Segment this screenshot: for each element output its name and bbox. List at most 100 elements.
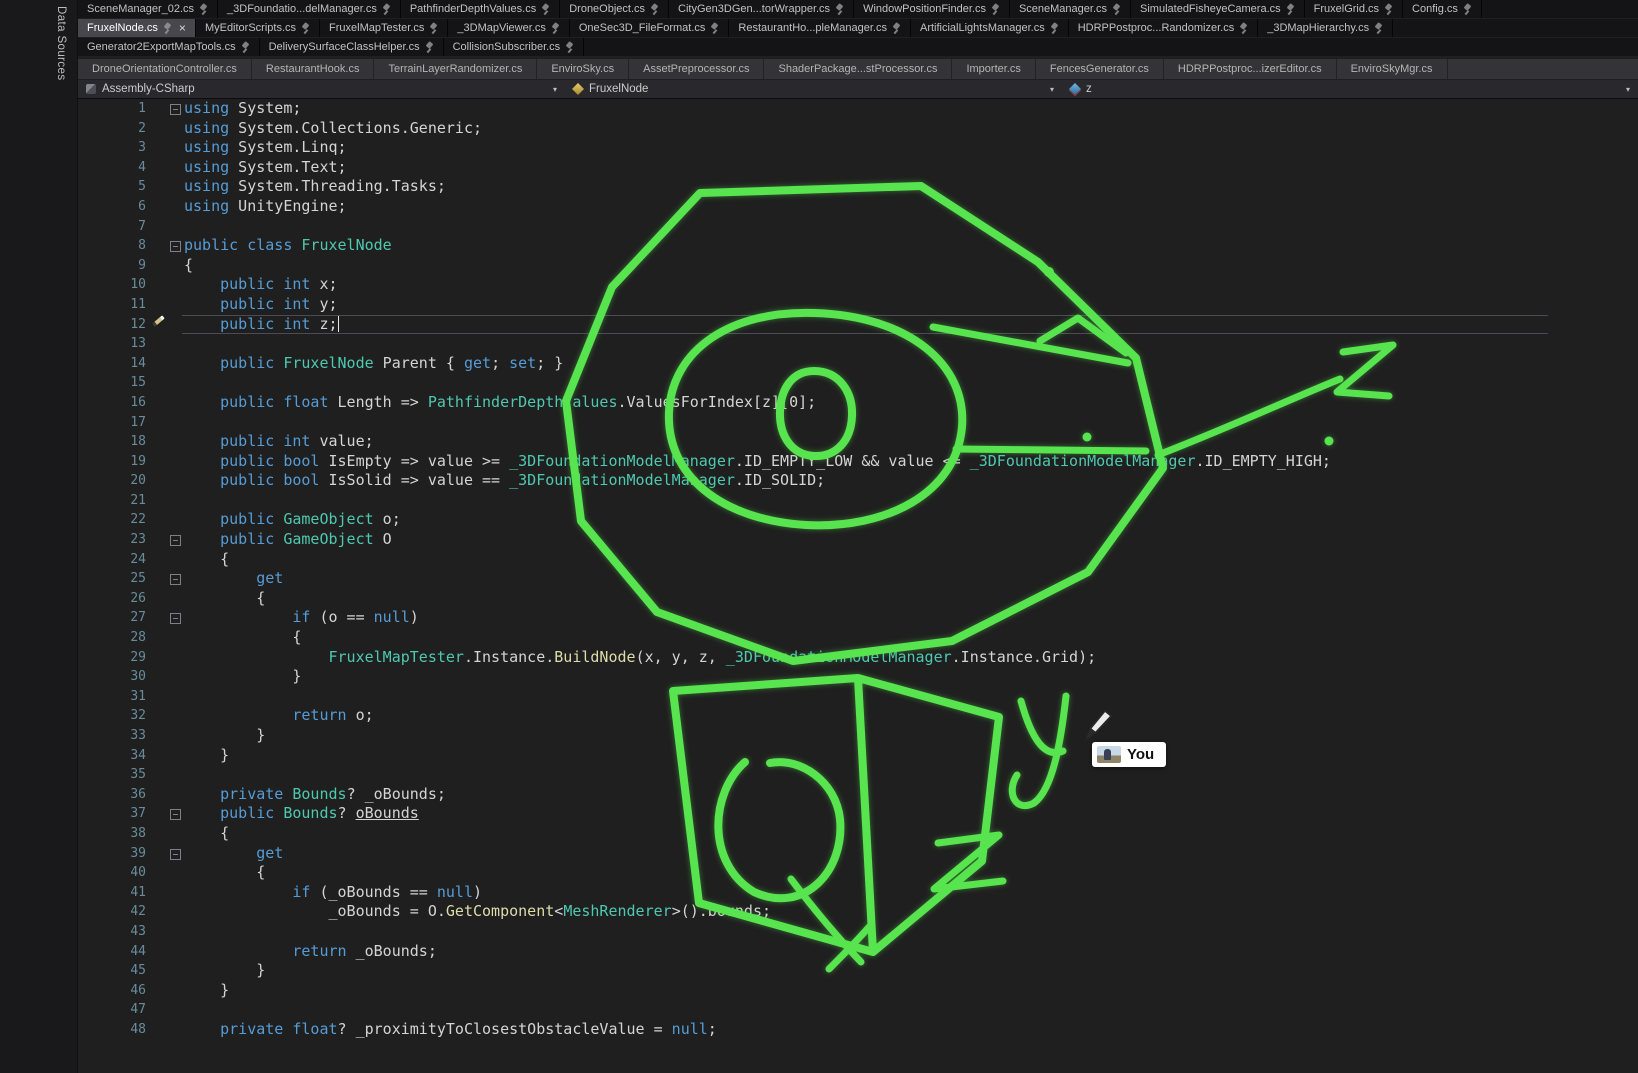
chevron-down-icon[interactable]: ▾ — [1050, 85, 1054, 94]
data-sources-tab[interactable]: Data Sources — [55, 6, 67, 80]
open-file-tab-fencesgenerator-cs[interactable]: FencesGenerator.cs — [1036, 59, 1164, 79]
chevron-down-icon[interactable]: ▾ — [1626, 85, 1630, 94]
code-line-44[interactable]: 44 return _oBounds; — [78, 942, 1638, 962]
open-file-tab-droneorientationcontroller-cs[interactable]: DroneOrientationController.cs — [78, 59, 252, 79]
code-line-9[interactable]: 9{ — [78, 256, 1638, 276]
code-line-33[interactable]: 33 } — [78, 726, 1638, 746]
file-tab-artificiallightsmanager-cs[interactable]: ArtificialLightsManager.cs — [911, 19, 1069, 37]
code-line-1[interactable]: 1using System; — [78, 99, 1638, 119]
pin-icon[interactable] — [892, 22, 901, 34]
pin-icon[interactable] — [1112, 3, 1121, 15]
code-line-48[interactable]: 48 private float? _proximityToClosestObs… — [78, 1020, 1638, 1040]
code-line-32[interactable]: 32 return o; — [78, 706, 1638, 726]
pin-icon[interactable] — [1050, 22, 1059, 34]
chevron-down-icon[interactable]: ▾ — [553, 85, 557, 94]
pin-icon[interactable] — [1384, 3, 1393, 15]
open-file-tab-enviroskymgr-cs[interactable]: EnviroSkyMgr.cs — [1337, 59, 1448, 79]
code-line-38[interactable]: 38 { — [78, 824, 1638, 844]
code-line-28[interactable]: 28 { — [78, 628, 1638, 648]
pin-icon[interactable] — [835, 3, 844, 15]
pin-icon[interactable] — [1239, 22, 1248, 34]
pin-icon[interactable] — [541, 3, 550, 15]
file-tab-collisionsubscriber-cs[interactable]: CollisionSubscriber.cs — [444, 38, 585, 56]
pin-icon[interactable] — [241, 41, 250, 53]
code-line-6[interactable]: 6using UnityEngine; — [78, 197, 1638, 217]
pin-icon[interactable] — [382, 3, 391, 15]
breadcrumb-project-dropdown[interactable]: Assembly-CSharp ▾ — [78, 80, 565, 98]
file-tab-hdrppostproc-randomizer-cs[interactable]: HDRPPostproc...Randomizer.cs — [1069, 19, 1259, 37]
open-file-tab-hdrppostproc-izereditor-cs[interactable]: HDRPPostproc...izerEditor.cs — [1164, 59, 1337, 79]
file-tab-myeditorscripts-cs[interactable]: MyEditorScripts.cs — [196, 19, 320, 37]
file-tab-windowpositionfinder-cs[interactable]: WindowPositionFinder.cs — [854, 0, 1010, 18]
code-line-35[interactable]: 35 — [78, 765, 1638, 785]
file-tab-simulatedfisheyecamera-cs[interactable]: SimulatedFisheyeCamera.cs — [1131, 0, 1305, 18]
file-tab-fruxelnode-cs[interactable]: FruxelNode.cs× — [78, 19, 196, 37]
code-line-30[interactable]: 30 } — [78, 667, 1638, 687]
file-tab-onesec3d-fileformat-cs[interactable]: OneSec3D_FileFormat.cs — [570, 19, 730, 37]
code-line-46[interactable]: 46 } — [78, 981, 1638, 1001]
code-line-2[interactable]: 2using System.Collections.Generic; — [78, 119, 1638, 139]
open-file-tab-envirosky-cs[interactable]: EnviroSky.cs — [537, 59, 629, 79]
file-tab-citygen3dgen-torwrapper-cs[interactable]: CityGen3DGen...torWrapper.cs — [669, 0, 854, 18]
code-line-24[interactable]: 24 { — [78, 550, 1638, 570]
code-line-31[interactable]: 31 — [78, 687, 1638, 707]
file-tab-scenemanager-cs[interactable]: SceneManager.cs — [1010, 0, 1131, 18]
code-line-21[interactable]: 21 — [78, 491, 1638, 511]
code-line-34[interactable]: 34 } — [78, 746, 1638, 766]
pin-icon[interactable] — [301, 22, 310, 34]
file-tab-fruxelmaptester-cs[interactable]: FruxelMapTester.cs — [320, 19, 448, 37]
close-icon[interactable]: × — [177, 23, 186, 33]
code-line-47[interactable]: 47 — [78, 1000, 1638, 1020]
file-tab-deliverysurfaceclasshelper-cs[interactable]: DeliverySurfaceClassHelper.cs — [260, 38, 444, 56]
pin-icon[interactable] — [551, 22, 560, 34]
fold-marker-icon[interactable] — [168, 236, 184, 256]
code-line-36[interactable]: 36 private Bounds? _oBounds; — [78, 785, 1638, 805]
code-line-29[interactable]: 29 FruxelMapTester.Instance.BuildNode(x,… — [78, 648, 1638, 668]
pin-icon[interactable] — [199, 3, 208, 15]
open-file-tab-restauranthook-cs[interactable]: RestaurantHook.cs — [252, 59, 375, 79]
fold-marker-icon[interactable] — [168, 569, 184, 589]
code-line-15[interactable]: 15 — [78, 373, 1638, 393]
code-line-40[interactable]: 40 { — [78, 863, 1638, 883]
code-line-18[interactable]: 18 public int value; — [78, 432, 1638, 452]
code-line-4[interactable]: 4using System.Text; — [78, 158, 1638, 178]
open-file-tab-assetpreprocessor-cs[interactable]: AssetPreprocessor.cs — [629, 59, 764, 79]
code-line-13[interactable]: 13 — [78, 334, 1638, 354]
file-tab-pathfinderdepthvalues-cs[interactable]: PathfinderDepthValues.cs — [401, 0, 560, 18]
pin-icon[interactable] — [1463, 3, 1472, 15]
code-line-45[interactable]: 45 } — [78, 961, 1638, 981]
code-line-12[interactable]: 12 public int z; — [78, 315, 1638, 335]
code-line-27[interactable]: 27 if (o == null) — [78, 608, 1638, 628]
code-line-23[interactable]: 23 public GameObject O — [78, 530, 1638, 550]
pin-icon[interactable] — [425, 41, 434, 53]
pin-icon[interactable] — [991, 3, 1000, 15]
code-line-8[interactable]: 8public class FruxelNode — [78, 236, 1638, 256]
pin-icon[interactable] — [710, 22, 719, 34]
file-tab-config-cs[interactable]: Config.cs — [1403, 0, 1482, 18]
fold-marker-icon[interactable] — [168, 99, 184, 119]
code-line-22[interactable]: 22 public GameObject o; — [78, 510, 1638, 530]
code-line-41[interactable]: 41 if (_oBounds == null) — [78, 883, 1638, 903]
breadcrumb-member-dropdown[interactable]: z ▾ — [1062, 80, 1638, 98]
file-tab-restaurantho-plemanager-cs[interactable]: RestaurantHo...pleManager.cs — [729, 19, 911, 37]
file-tab-3dfoundatio-delmanager-cs[interactable]: _3DFoundatio...delManager.cs — [218, 0, 401, 18]
code-line-7[interactable]: 7 — [78, 217, 1638, 237]
code-line-10[interactable]: 10 public int x; — [78, 275, 1638, 295]
pin-icon[interactable] — [565, 41, 574, 53]
code-line-25[interactable]: 25 get — [78, 569, 1638, 589]
file-tab-3dmaphierarchy-cs[interactable]: _3DMapHierarchy.cs — [1258, 19, 1393, 37]
code-line-3[interactable]: 3using System.Linq; — [78, 138, 1638, 158]
open-file-tab-terrainlayerrandomizer-cs[interactable]: TerrainLayerRandomizer.cs — [374, 59, 537, 79]
open-file-tab-importer-cs[interactable]: Importer.cs — [952, 59, 1035, 79]
breadcrumb-type-dropdown[interactable]: FruxelNode ▾ — [565, 80, 1062, 98]
pin-icon[interactable] — [429, 22, 438, 34]
code-line-17[interactable]: 17 — [78, 413, 1638, 433]
fold-marker-icon[interactable] — [168, 608, 184, 628]
code-line-42[interactable]: 42 _oBounds = O.GetComponent<MeshRendere… — [78, 902, 1638, 922]
file-tab-generator2exportmaptools-cs[interactable]: Generator2ExportMapTools.cs — [78, 38, 260, 56]
pin-icon[interactable] — [1286, 3, 1295, 15]
fold-marker-icon[interactable] — [168, 804, 184, 824]
open-file-tab-shaderpackage-stprocessor-cs[interactable]: ShaderPackage...stProcessor.cs — [764, 59, 952, 79]
code-line-5[interactable]: 5using System.Threading.Tasks; — [78, 177, 1638, 197]
code-line-14[interactable]: 14 public FruxelNode Parent { get; set; … — [78, 354, 1638, 374]
